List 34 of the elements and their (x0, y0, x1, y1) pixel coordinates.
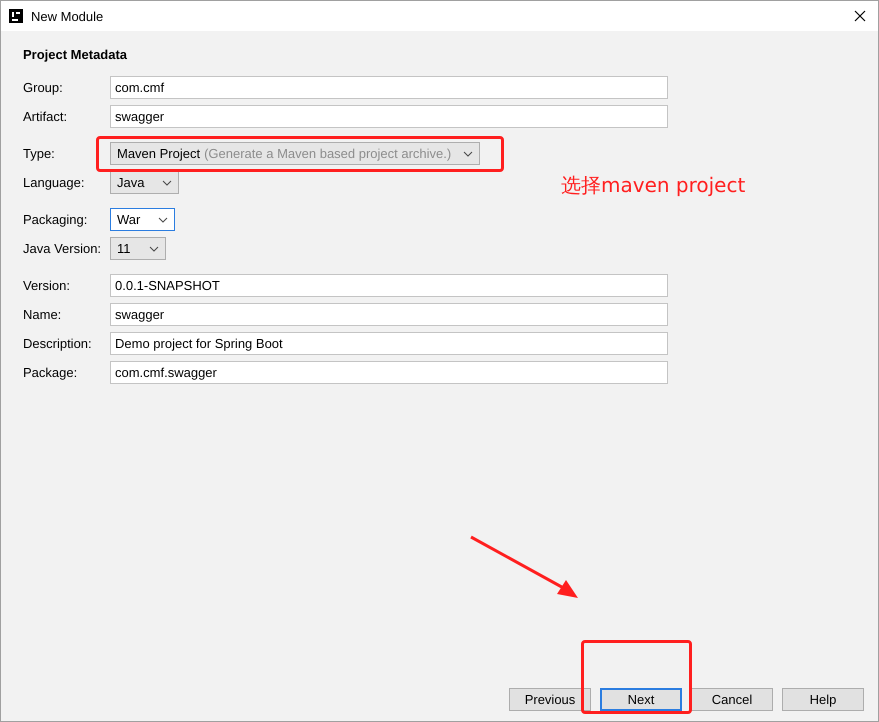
dropdown[interactable]: 11 (110, 237, 166, 260)
dialog-button[interactable]: Previous (509, 688, 591, 711)
window-title: New Module (31, 8, 104, 24)
caret-icon (158, 216, 168, 222)
field-label: Version: (23, 278, 71, 293)
field-label: Name: (23, 307, 62, 322)
field-label: Type: (23, 146, 56, 161)
text-field[interactable]: 0.0.1-SNAPSHOT (110, 274, 668, 297)
text-field[interactable]: Demo project for Spring Boot (110, 332, 668, 355)
dropdown[interactable]: Java (110, 171, 180, 194)
arrow-icon (469, 535, 581, 601)
text-field[interactable]: com.cmf.swagger (110, 361, 668, 384)
caret-icon (148, 246, 158, 252)
dropdown[interactable]: Maven Project (Generate a Maven based project archive.) (110, 142, 480, 165)
app-logo-icon (9, 9, 23, 23)
field-label: Artifact: (23, 109, 68, 124)
text-field[interactable]: swagger (110, 105, 668, 128)
field-label: Java Version: (23, 241, 102, 256)
close-icon (854, 10, 866, 22)
section-title: Project Metadata (23, 47, 128, 62)
field-label: Package: (23, 365, 78, 380)
dialog-button[interactable]: Cancel (691, 688, 773, 711)
text-field[interactable]: swagger (110, 303, 668, 326)
dropdown[interactable]: War (110, 208, 176, 231)
text-field[interactable]: com.cmf (110, 76, 668, 99)
field-label: Packaging: (23, 212, 88, 227)
field-label: Description: (23, 336, 93, 351)
caret-icon (162, 180, 172, 186)
caret-icon (463, 150, 473, 156)
dialog-button[interactable]: Next (600, 688, 682, 711)
dialog-button[interactable]: Help (782, 688, 864, 711)
field-label: Language: (23, 175, 86, 190)
annotation-text: 选择maven project (561, 172, 746, 199)
field-label: Group: (23, 80, 64, 95)
